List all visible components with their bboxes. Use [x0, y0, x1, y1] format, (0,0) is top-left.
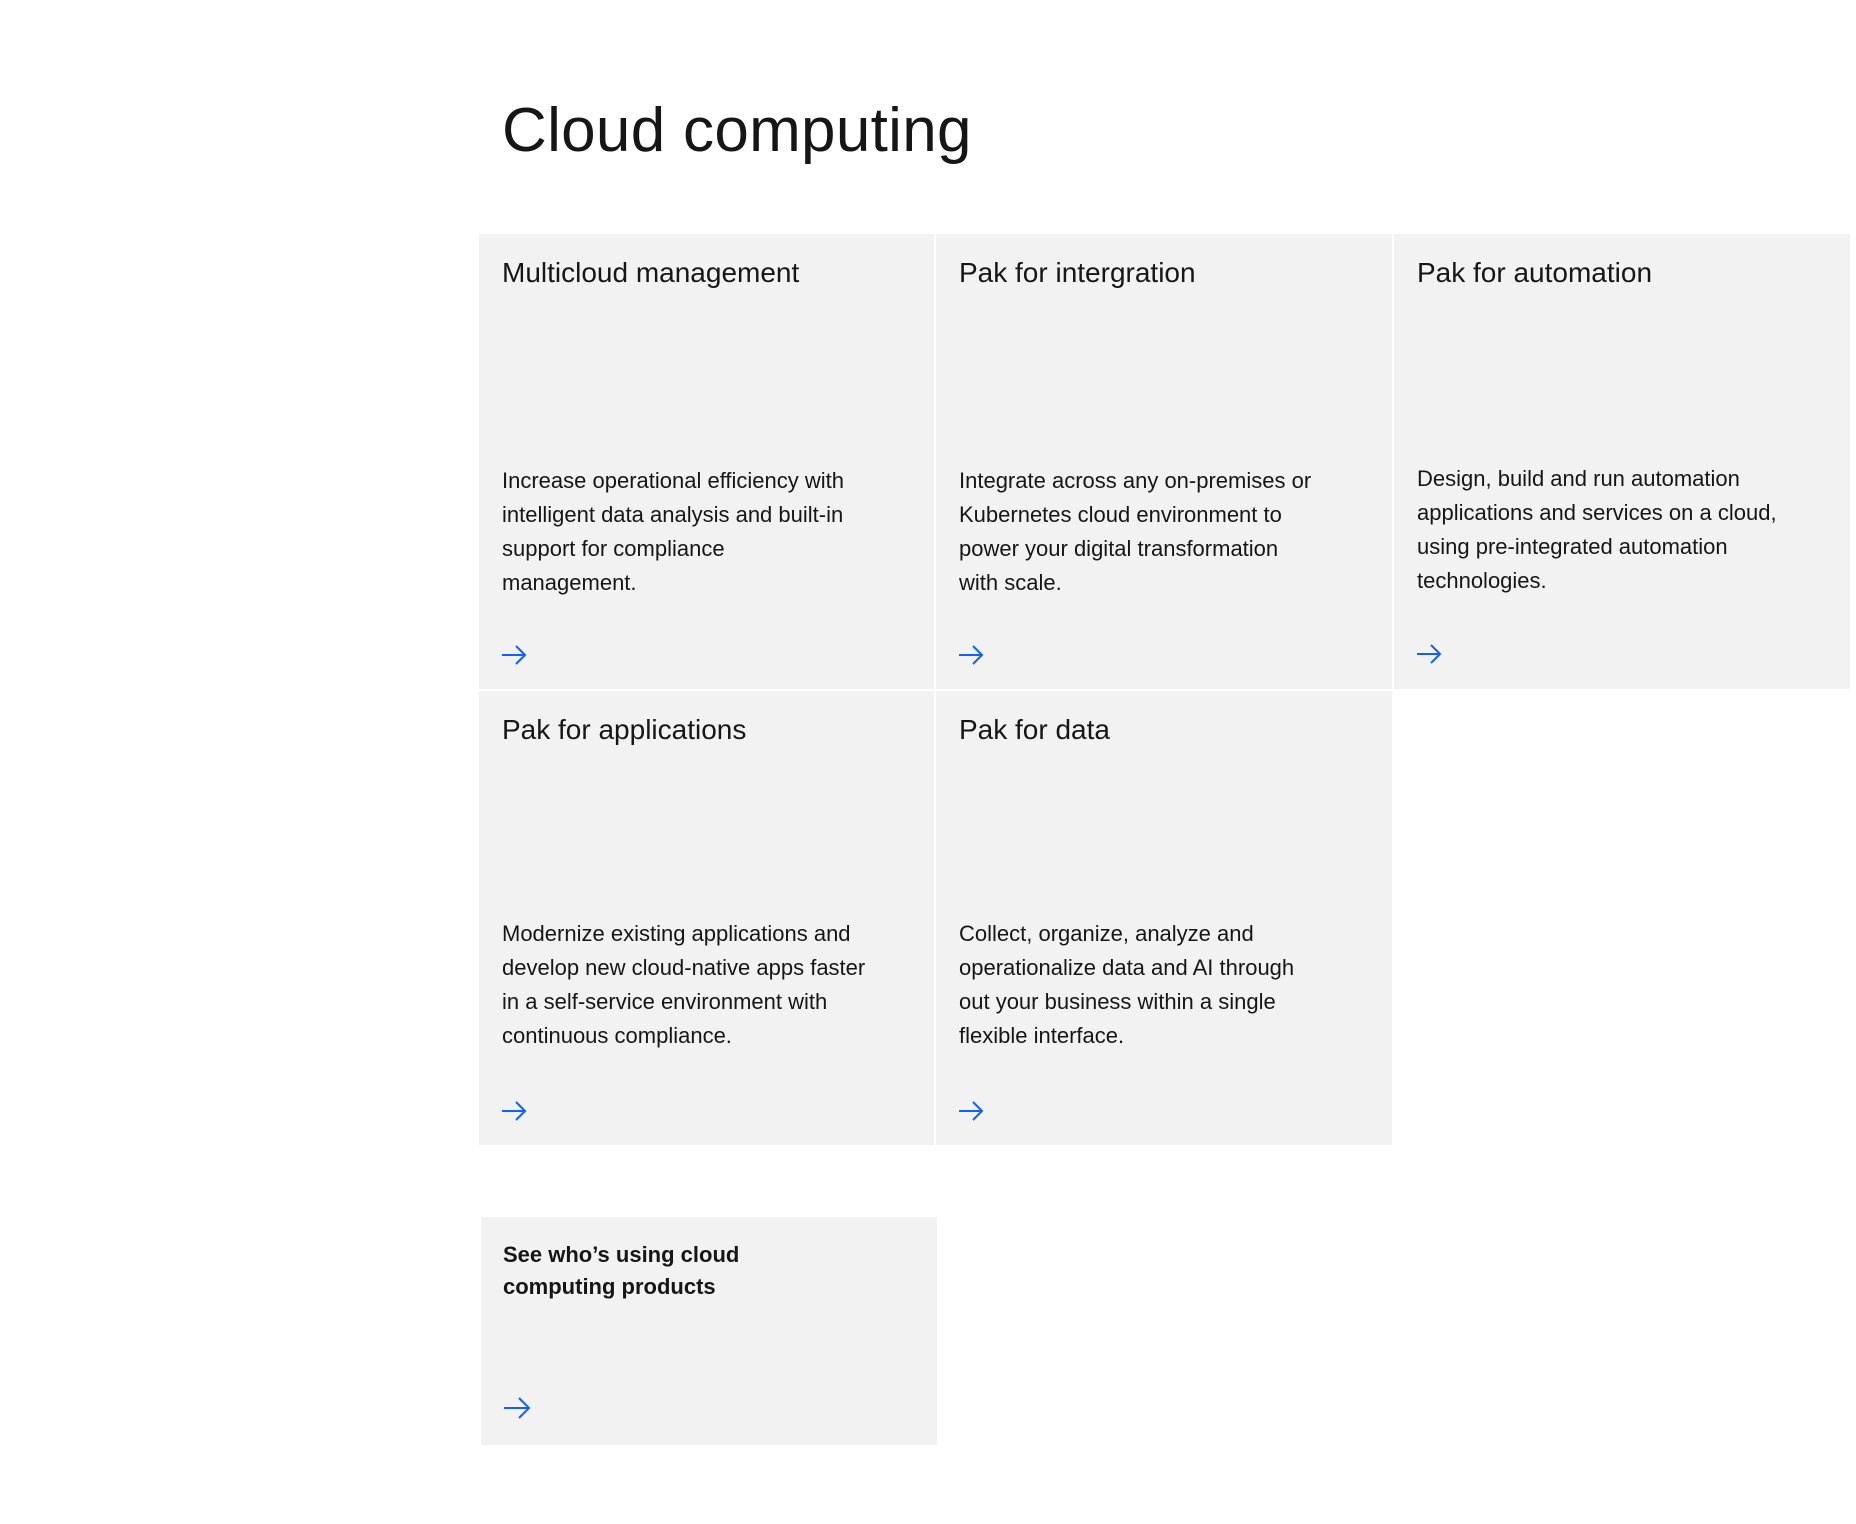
arrow-right-icon[interactable] — [503, 1396, 531, 1420]
arrow-right-icon[interactable] — [501, 644, 527, 666]
card-title: Pak for intergration — [959, 257, 1196, 288]
see-who-is-using-card[interactable]: See who’s using cloud computing products — [481, 1217, 937, 1445]
card-multicloud-management[interactable]: Multicloud management Increase operation… — [479, 234, 934, 689]
arrow-right-icon[interactable] — [1416, 643, 1442, 665]
card-description: Design, build and run automation applica… — [1417, 466, 1777, 593]
arrow-right-icon[interactable] — [958, 644, 984, 666]
card-title: Pak for automation — [1417, 257, 1653, 288]
card-title: Multicloud management — [502, 257, 800, 288]
card-description: Increase operational efficiency with int… — [502, 468, 845, 595]
arrow-right-icon[interactable] — [501, 1100, 527, 1122]
card-description: Collect, organize, analyze and operation… — [959, 921, 1295, 1048]
card-description: Modernize existing applications and deve… — [502, 921, 866, 1048]
card-title: Pak for data — [959, 714, 1110, 745]
card-description: Integrate across any on-premises or Kube… — [959, 468, 1312, 595]
page-title: Cloud computing — [502, 96, 972, 165]
card-title: Pak for applications — [502, 714, 747, 745]
cta-title: See who’s using cloud computing products — [503, 1242, 740, 1299]
card-pak-for-applications[interactable]: Pak for applications Modernize existing … — [479, 691, 934, 1145]
arrow-right-icon[interactable] — [958, 1100, 984, 1122]
card-pak-for-data[interactable]: Pak for data Collect, organize, analyze … — [936, 691, 1392, 1145]
card-pak-for-automation[interactable]: Pak for automation Design, build and run… — [1394, 234, 1850, 689]
card-pak-for-integration[interactable]: Pak for intergration Integrate across an… — [936, 234, 1392, 689]
